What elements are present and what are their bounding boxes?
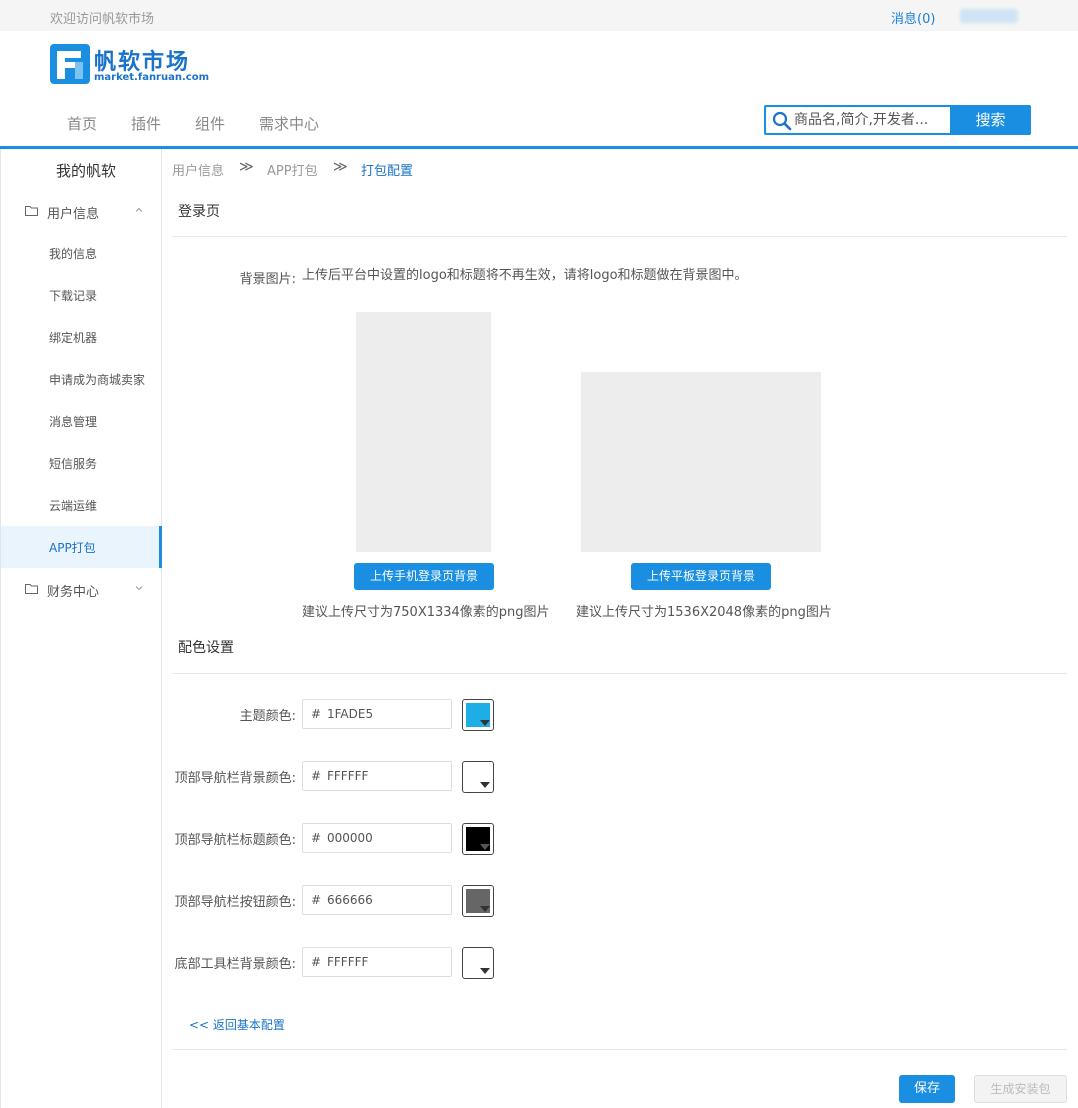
chevron-down-icon xyxy=(135,586,143,591)
top-bar: 欢迎访问帆软市场 消息(0) xyxy=(0,0,1078,31)
sidebar: 我的帆软 用户信息 我的信息 下载记录 绑定机器 申请成为商城卖家 消息管理 短… xyxy=(0,149,162,1108)
background-image-note: 上传后平台中设置的logo和标题将不再生效，请将logo和标题做在背景图中。 xyxy=(302,268,748,283)
color-field: # xyxy=(302,885,452,915)
sidebar-item-app-packaging[interactable]: APP打包 xyxy=(1,526,162,568)
nav-components[interactable]: 组件 xyxy=(195,113,225,134)
sidebar-title: 我的帆软 xyxy=(55,162,116,180)
breadcrumb-separator-icon: ≫ xyxy=(333,159,348,175)
hash-prefix: # xyxy=(311,769,322,783)
color-row-label: 顶部导航栏标题颜色: xyxy=(174,833,296,848)
login-page-section-title: 登录页 xyxy=(178,204,220,220)
top-nav-title-color-input[interactable] xyxy=(327,828,445,848)
sidebar-group-user-info[interactable]: 用户信息 xyxy=(1,199,162,225)
top-nav-button-color-input[interactable] xyxy=(327,890,445,910)
color-row-label: 主题颜色: xyxy=(239,709,296,724)
fanruan-logo-icon xyxy=(50,44,90,84)
search-icon xyxy=(772,111,792,131)
tablet-background-preview xyxy=(581,372,821,552)
sidebar-item-message-management[interactable]: 消息管理 xyxy=(1,400,162,442)
upload-phone-background-button[interactable]: 上传手机登录页背景 xyxy=(354,563,494,590)
color-row-label: 底部工具栏背景颜色: xyxy=(174,957,296,972)
divider xyxy=(172,1049,1067,1050)
sidebar-item-label: 短信服务 xyxy=(49,457,98,471)
logo-domain: market.fanruan.com xyxy=(94,72,209,83)
generate-package-button[interactable]: 生成安装包 xyxy=(974,1075,1067,1103)
top-nav-title-color-picker[interactable] xyxy=(462,823,494,855)
dropdown-arrow-icon xyxy=(480,968,490,974)
nav-demand-center[interactable]: 需求中心 xyxy=(259,113,319,134)
sidebar-item-bind-machine[interactable]: 绑定机器 xyxy=(1,316,162,358)
top-nav-bg-color-input[interactable] xyxy=(327,766,445,786)
top-nav-button-color-picker[interactable] xyxy=(462,885,494,917)
divider xyxy=(172,236,1067,237)
color-row-label: 顶部导航栏背景颜色: xyxy=(174,771,296,786)
sidebar-item-label: 我的信息 xyxy=(49,247,98,261)
folder-icon xyxy=(25,584,38,594)
messages-link[interactable]: 消息(0) xyxy=(891,8,935,27)
phone-background-preview xyxy=(356,312,491,552)
sidebar-item-sms-service[interactable]: 短信服务 xyxy=(1,442,162,484)
sidebar-group-label: 财务中心 xyxy=(47,585,100,600)
sidebar-group-label: 用户信息 xyxy=(47,207,100,222)
search-input[interactable] xyxy=(794,109,949,131)
sidebar-item-label: 消息管理 xyxy=(49,415,98,429)
phone-size-hint: 建议上传尺寸为750X1334像素的png图片 xyxy=(302,605,550,620)
upload-tablet-background-button[interactable]: 上传平板登录页背景 xyxy=(631,563,771,590)
sidebar-group-finance[interactable]: 财务中心 xyxy=(1,577,162,603)
nav-plugins[interactable]: 插件 xyxy=(131,113,161,134)
hash-prefix: # xyxy=(311,893,322,907)
breadcrumb-current: 打包配置 xyxy=(361,164,414,179)
search-button[interactable]: 搜索 xyxy=(950,105,1031,135)
sidebar-item-label: APP打包 xyxy=(49,541,96,555)
dropdown-arrow-icon xyxy=(480,906,490,912)
search-box: 搜索 xyxy=(764,105,1031,135)
dropdown-arrow-icon xyxy=(480,782,490,788)
hash-prefix: # xyxy=(311,831,322,845)
save-button[interactable]: 保存 xyxy=(899,1075,955,1103)
background-image-label: 背景图片: xyxy=(239,272,296,287)
dropdown-arrow-icon xyxy=(480,844,490,850)
site-header: 帆软市场 market.fanruan.com 首页 插件 组件 需求中心 搜索 xyxy=(0,31,1078,149)
top-nav-bg-color-picker[interactable] xyxy=(462,761,494,793)
user-name-blurred[interactable] xyxy=(960,9,1018,23)
sidebar-item-download-records[interactable]: 下载记录 xyxy=(1,274,162,316)
color-row-label: 顶部导航栏按钮颜色: xyxy=(174,895,296,910)
hash-prefix: # xyxy=(311,707,322,721)
hash-prefix: # xyxy=(311,955,322,969)
bottom-toolbar-bg-color-picker[interactable] xyxy=(462,947,494,979)
sidebar-item-cloud-ops[interactable]: 云端运维 xyxy=(1,484,162,526)
sidebar-item-label: 申请成为商城卖家 xyxy=(49,373,146,387)
theme-color-picker[interactable] xyxy=(462,699,494,731)
chevron-up-icon xyxy=(135,207,143,212)
bottom-toolbar-bg-color-input[interactable] xyxy=(327,952,445,972)
welcome-text: 欢迎访问帆软市场 xyxy=(50,12,155,27)
folder-icon xyxy=(25,206,38,216)
sidebar-item-label: 云端运维 xyxy=(49,499,98,513)
theme-color-input[interactable] xyxy=(327,704,445,724)
color-settings-section-title: 配色设置 xyxy=(178,640,234,656)
divider xyxy=(172,673,1067,674)
breadcrumb-app-packaging[interactable]: APP打包 xyxy=(267,160,318,179)
breadcrumb-user-info[interactable]: 用户信息 xyxy=(172,160,224,179)
sidebar-item-label: 绑定机器 xyxy=(49,331,98,345)
color-field: # xyxy=(302,947,452,977)
back-to-basic-config-link[interactable]: << 返回基本配置 xyxy=(189,1016,285,1033)
main-content: 用户信息 ≫ APP打包 ≫ 打包配置 登录页 背景图片: 上传后平台中设置的l… xyxy=(162,149,1078,1108)
breadcrumb-separator-icon: ≫ xyxy=(239,159,254,175)
color-field: # xyxy=(302,823,452,853)
sidebar-item-my-info[interactable]: 我的信息 xyxy=(1,232,162,274)
color-field: # xyxy=(302,699,452,729)
dropdown-arrow-icon xyxy=(480,720,490,726)
color-field: # xyxy=(302,761,452,791)
site-logo[interactable]: 帆软市场 market.fanruan.com xyxy=(50,44,210,88)
sidebar-item-label: 下载记录 xyxy=(49,289,98,303)
nav-home[interactable]: 首页 xyxy=(67,113,97,134)
sidebar-item-become-seller[interactable]: 申请成为商城卖家 xyxy=(1,358,162,400)
tablet-size-hint: 建议上传尺寸为1536X2048像素的png图片 xyxy=(576,605,832,620)
